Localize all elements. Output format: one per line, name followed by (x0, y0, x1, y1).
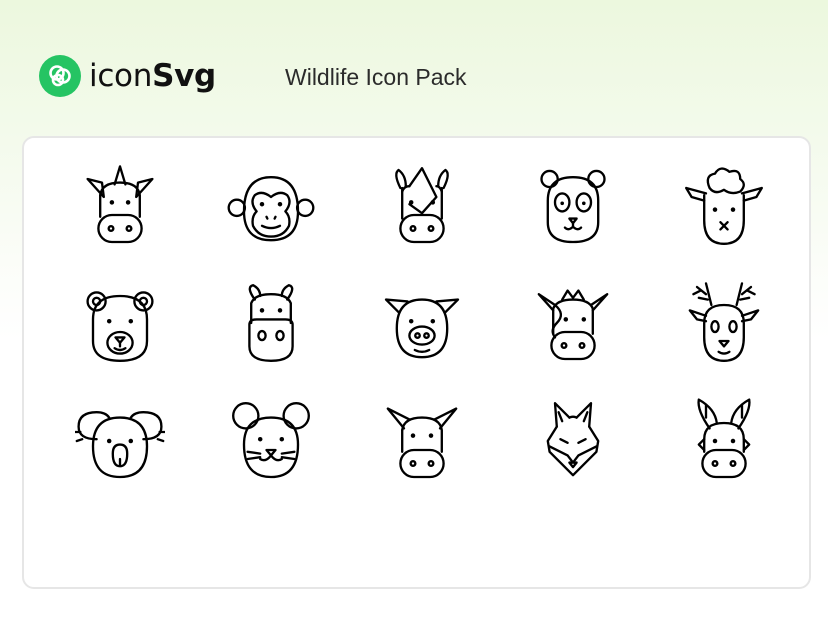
hippo-icon (248, 284, 294, 362)
horse-icon (386, 407, 458, 479)
icon-cell-mouse[interactable] (216, 386, 326, 496)
sheep-icon (685, 167, 763, 245)
pack-title: Wildlife Icon Pack (285, 64, 467, 90)
cow-icon (537, 289, 609, 361)
header: iconSvg Wildlife Icon Pack (0, 0, 828, 130)
icon-cell-monkey[interactable] (216, 151, 326, 261)
brand-name-bold: Svg (152, 58, 216, 94)
icon-cell-donkey[interactable] (669, 386, 779, 496)
bear-icon (86, 291, 154, 362)
fox-icon (546, 402, 600, 477)
icon-cell-bear[interactable] (65, 268, 175, 378)
icon-panel (22, 136, 811, 589)
icon-cell-fox[interactable] (518, 386, 628, 496)
iconsvg-logo-icon (39, 55, 81, 97)
brand-logo[interactable]: iconSvg (39, 54, 216, 98)
donkey-icon (697, 398, 751, 479)
icon-cell-deer[interactable] (669, 268, 779, 378)
icon-cell-pig[interactable] (367, 268, 477, 378)
monkey-icon (227, 176, 315, 242)
brand-name: iconSvg (89, 58, 216, 94)
koala-icon (75, 411, 165, 479)
mouse-icon (232, 402, 310, 479)
rhino-icon (395, 167, 449, 244)
icon-cell-unicorn[interactable] (65, 151, 175, 261)
icon-cell-panda[interactable] (518, 151, 628, 261)
icon-cell-koala[interactable] (65, 386, 175, 496)
icon-grid (24, 138, 809, 587)
icon-cell-rhino[interactable] (367, 151, 477, 261)
icon-cell-horse[interactable] (367, 386, 477, 496)
panda-icon (540, 169, 606, 244)
icon-cell-sheep[interactable] (669, 151, 779, 261)
pig-icon (384, 298, 460, 359)
deer-icon (688, 282, 760, 362)
brand-name-light: icon (89, 58, 153, 94)
unicorn-icon (86, 165, 154, 244)
icon-cell-cow[interactable] (518, 268, 628, 378)
icon-cell-hippo[interactable] (216, 268, 326, 378)
